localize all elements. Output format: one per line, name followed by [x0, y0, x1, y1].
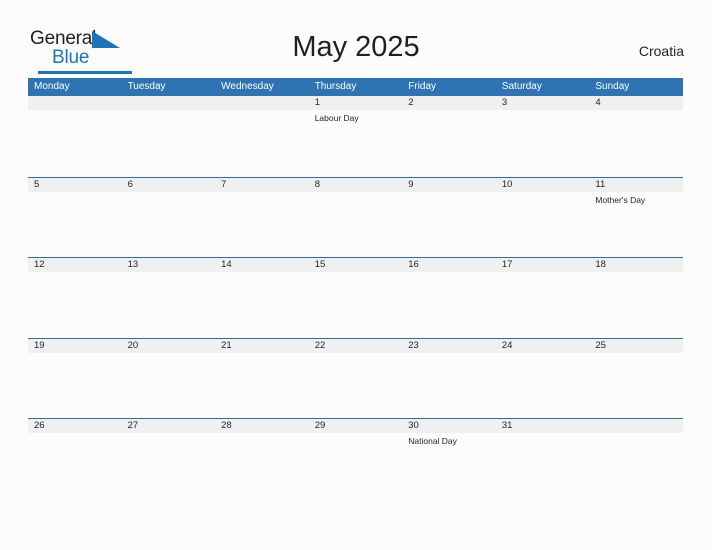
- day-number: 18: [595, 259, 606, 270]
- day-cell[interactable]: 5: [28, 178, 122, 258]
- day-cell[interactable]: 16: [402, 258, 496, 338]
- day-number: 2: [408, 97, 414, 108]
- day-cell[interactable]: 21: [215, 339, 309, 419]
- day-number: 23: [408, 339, 419, 351]
- day-cell[interactable]: 18: [589, 258, 683, 338]
- day-cell[interactable]: 23: [402, 339, 496, 419]
- day-number: 13: [127, 259, 139, 270]
- day-number: 16: [408, 259, 419, 270]
- day-cell[interactable]: [589, 419, 683, 499]
- weekday-header-sunday: Sunday: [595, 81, 630, 92]
- day-cell[interactable]: 7: [215, 178, 309, 258]
- weekday-header-friday: Friday: [408, 81, 437, 92]
- day-cell[interactable]: 12: [28, 258, 122, 338]
- page-header: General Blue May 2025 Croatia: [0, 0, 712, 78]
- day-cell[interactable]: 6: [122, 178, 216, 258]
- brand-underline: [38, 71, 132, 74]
- day-cell[interactable]: [215, 96, 309, 177]
- day-event: Mother's Day: [595, 194, 646, 205]
- weekday-header-tuesday: Tuesday: [127, 81, 166, 92]
- day-number: 14: [221, 259, 232, 270]
- day-cell[interactable]: 17: [496, 258, 590, 338]
- day-cell[interactable]: 28: [215, 419, 309, 499]
- day-number: 19: [34, 339, 45, 351]
- day-number: 9: [408, 178, 414, 190]
- day-number: 30: [408, 420, 419, 431]
- day-number: 7: [221, 178, 227, 190]
- calendar-page: General Blue May 2025 Croatia Monday Tue…: [0, 0, 712, 550]
- day-number: 20: [127, 339, 139, 351]
- day-cell[interactable]: 29: [309, 419, 403, 499]
- weekday-header-monday: Monday: [34, 81, 70, 92]
- week-row: 26 27 28 29 30 National Day 31: [28, 418, 683, 499]
- day-number: 6: [127, 178, 133, 190]
- day-number: 25: [595, 339, 606, 351]
- day-number: 5: [34, 178, 40, 190]
- day-cell[interactable]: 4: [589, 96, 683, 177]
- day-number: 29: [314, 420, 326, 431]
- weekday-header-wednesday: Wednesday: [221, 81, 274, 92]
- calendar-grid: Monday Tuesday Wednesday Thursday Friday…: [28, 78, 683, 499]
- day-cell[interactable]: 10: [496, 178, 590, 258]
- day-number: 26: [34, 420, 45, 431]
- page-title: May 2025: [292, 31, 420, 63]
- day-cell[interactable]: 2: [402, 96, 496, 177]
- day-cell[interactable]: 26: [28, 419, 122, 499]
- day-number: 4: [595, 97, 601, 108]
- day-cell[interactable]: 30 National Day: [402, 419, 496, 499]
- day-cell[interactable]: 9: [402, 178, 496, 258]
- week-row: 5 6 7 8 9 10 11 Mother's Day: [28, 176, 683, 258]
- day-cell[interactable]: 19: [28, 339, 122, 419]
- day-cell[interactable]: 15: [309, 258, 403, 338]
- day-cell[interactable]: 3: [496, 96, 590, 177]
- week-row: 1 Labour Day 2 3 4: [28, 96, 683, 177]
- day-cell[interactable]: [122, 96, 216, 177]
- weekday-header-saturday: Saturday: [501, 81, 542, 92]
- day-cell[interactable]: 11 Mother's Day: [589, 178, 683, 258]
- day-cell[interactable]: 22: [309, 339, 403, 419]
- day-number: 22: [314, 339, 326, 351]
- day-cell[interactable]: 27: [122, 419, 216, 499]
- day-number: 11: [595, 178, 606, 190]
- day-number: 15: [314, 259, 326, 270]
- weekday-header-thursday: Thursday: [314, 81, 357, 92]
- weekday-header-row: Monday Tuesday Wednesday Thursday Friday…: [28, 78, 683, 96]
- day-number: 24: [501, 339, 513, 351]
- day-number: 10: [501, 178, 513, 190]
- day-cell[interactable]: 25: [589, 339, 683, 419]
- day-cell[interactable]: 31: [496, 419, 590, 499]
- day-number: 12: [34, 259, 45, 270]
- day-cell[interactable]: 20: [122, 339, 216, 419]
- day-number: 21: [221, 339, 232, 351]
- day-number: 31: [501, 420, 513, 431]
- day-cell[interactable]: 13: [122, 258, 216, 338]
- day-number: 27: [127, 420, 139, 431]
- day-cell[interactable]: 24: [496, 339, 590, 419]
- week-row: 19 20 21 22 23 24 25: [28, 337, 683, 419]
- day-number: 17: [501, 259, 513, 270]
- day-cell[interactable]: 14: [215, 258, 309, 338]
- day-number: 8: [314, 178, 320, 190]
- day-number: 1: [314, 97, 320, 108]
- week-row: 12 13 14 15 16 17 18: [28, 257, 683, 338]
- region-label: Croatia: [638, 43, 684, 59]
- day-event: Labour Day: [314, 113, 359, 123]
- day-number: 28: [221, 420, 232, 431]
- day-cell[interactable]: 1 Labour Day: [309, 96, 403, 177]
- day-cell[interactable]: 8: [309, 178, 403, 258]
- day-number: 3: [501, 97, 508, 108]
- day-event: National Day: [408, 436, 457, 446]
- day-cell[interactable]: [28, 96, 122, 177]
